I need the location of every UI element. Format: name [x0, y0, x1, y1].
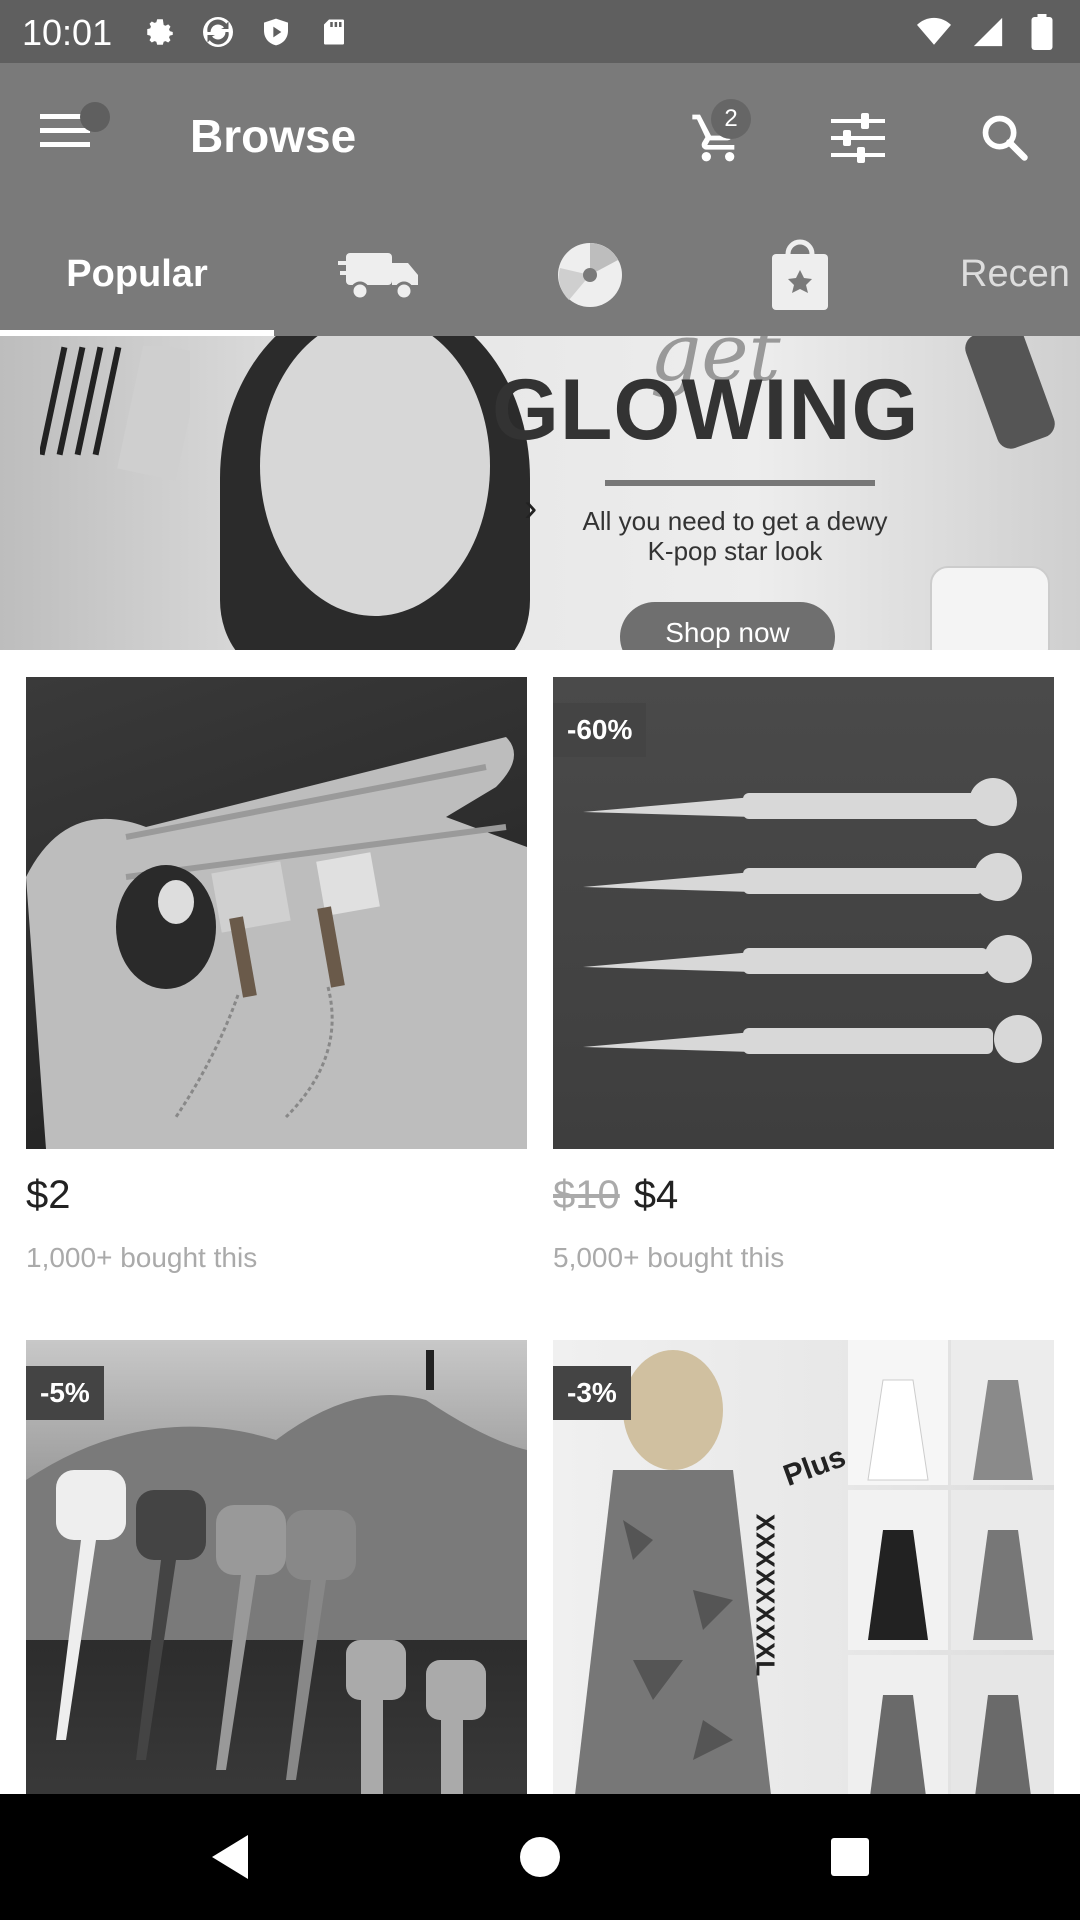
category-tabs: Popular Recen	[0, 213, 1080, 336]
home-button[interactable]	[510, 1827, 570, 1887]
truck-icon	[338, 252, 418, 300]
price-row: $2	[26, 1173, 527, 1218]
sd-card-icon	[314, 12, 354, 52]
shopping-bag-star-icon	[772, 239, 828, 310]
product-image: -60%	[553, 677, 1054, 1149]
sync-icon	[198, 12, 238, 52]
gear-icon	[140, 12, 180, 52]
discount-badge: -60%	[553, 703, 647, 757]
shop-now-button[interactable]: Shop now	[620, 602, 835, 650]
product-image: -5%	[26, 1340, 527, 1812]
discount-badge: -3%	[553, 1366, 631, 1420]
bought-count: 5,000+ bought this	[553, 1242, 785, 1273]
tab-recent-label: Recen	[960, 253, 1070, 295]
wheel-icon	[558, 242, 622, 307]
banner-heading: GLOWING	[492, 362, 920, 458]
menu-button[interactable]	[40, 102, 110, 168]
status-notification-icons	[140, 12, 354, 52]
banner-divider	[605, 480, 875, 486]
search-button[interactable]	[970, 103, 1040, 173]
product-price: $2	[26, 1173, 71, 1217]
wifi-icon	[914, 12, 954, 52]
cosmetic-jar-image	[930, 566, 1050, 650]
signal-icon	[968, 12, 1008, 52]
product-card[interactable]: $2 1,000+ bought this	[26, 677, 527, 1274]
status-system-icons	[914, 12, 1062, 52]
status-bar: 10:01	[0, 0, 1080, 63]
cart-count-badge: 2	[711, 99, 751, 139]
product-image: Plus XXXXXXXXL -3%	[553, 1340, 1054, 1812]
shield-play-icon	[256, 12, 296, 52]
product-card[interactable]: -5%	[26, 1340, 527, 1812]
promo-banner[interactable]: get GLOWING › All you need to get a dewy…	[0, 336, 1080, 650]
search-icon	[982, 115, 1028, 161]
filter-button[interactable]	[823, 103, 893, 173]
tab-deals[interactable]	[740, 213, 860, 336]
original-price: $10	[553, 1173, 620, 1217]
makeup-brushes-image	[40, 346, 190, 481]
chevron-right-icon[interactable]: ›	[524, 486, 537, 531]
tab-recent[interactable]: Recen	[960, 213, 1080, 336]
tab-popular-label: Popular	[66, 253, 208, 295]
back-button[interactable]	[200, 1827, 260, 1887]
product-image	[26, 677, 527, 1149]
recents-button[interactable]	[820, 1827, 880, 1887]
bought-count: 1,000+ bought this	[26, 1242, 258, 1273]
page-title: Browse	[190, 110, 357, 162]
system-navigation-bar	[0, 1794, 1080, 1920]
filter-icon	[831, 113, 885, 163]
back-triangle-icon	[212, 1835, 248, 1879]
recents-square-icon	[831, 1838, 869, 1876]
home-circle-icon	[520, 1837, 560, 1877]
notification-dot	[80, 102, 110, 132]
tab-popular[interactable]: Popular	[0, 213, 274, 336]
size-label: XXXXXXXXL	[750, 1513, 781, 1678]
battery-icon	[1022, 12, 1062, 52]
product-price: $4	[633, 1173, 679, 1217]
tab-wheel[interactable]	[530, 213, 650, 336]
cart-button[interactable]: 2	[683, 99, 753, 173]
price-row: $10 $4	[553, 1173, 1054, 1218]
top-app-bar: Browse 2	[0, 63, 1080, 213]
status-time: 10:01	[22, 12, 113, 53]
tab-shipping[interactable]	[320, 213, 440, 336]
banner-subtitle: All you need to get a dewy K-pop star lo…	[582, 506, 888, 566]
product-card[interactable]: Plus XXXXXXXXL -3%	[553, 1340, 1054, 1812]
discount-badge: -5%	[26, 1366, 104, 1420]
product-card[interactable]: -60% $10 $4 5,000+ bought this	[553, 677, 1054, 1274]
cosmetic-bottle-image	[961, 336, 1059, 453]
